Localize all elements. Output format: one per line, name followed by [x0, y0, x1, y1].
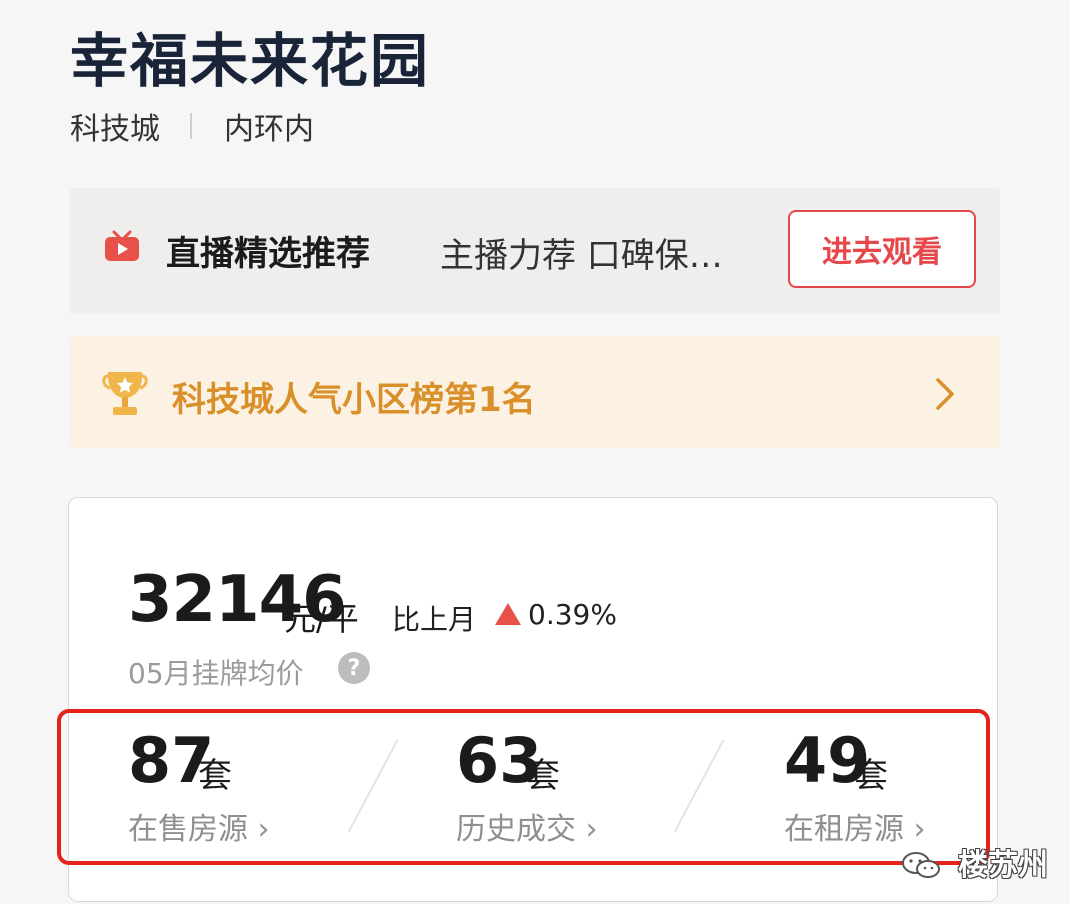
watch-live-button[interactable]: 进去观看: [788, 210, 976, 288]
sold-history-unit: 套: [526, 756, 560, 796]
live-description: 主播力荐 口碑保…: [440, 236, 723, 276]
for-rent-link[interactable]: 在租房源 ›: [784, 804, 926, 848]
help-icon[interactable]: ?: [338, 652, 370, 684]
community-name: 幸福未来花园: [70, 27, 431, 95]
sold-history-link[interactable]: 历史成交 ›: [456, 804, 598, 848]
tv-icon: [105, 230, 139, 261]
wechat-icon: [902, 852, 940, 878]
live-title: 直播精选推荐: [166, 234, 370, 274]
watermark-text: 楼苏州: [958, 848, 1048, 883]
tag-divider: [190, 113, 192, 139]
for-sale-unit: 套: [198, 756, 232, 796]
price-unit: 元/平: [284, 600, 359, 638]
month-over-month-value: 0.39%: [528, 598, 617, 631]
trophy-icon: [102, 372, 148, 415]
for-rent-unit: 套: [854, 756, 888, 796]
price-subtitle: 05月挂牌均价: [128, 657, 304, 690]
triangle-up-icon: [495, 603, 521, 625]
chevron-right-icon[interactable]: [930, 374, 958, 414]
community-tags: 科技城 内环内: [70, 104, 314, 148]
for-sale-link[interactable]: 在售房源 ›: [128, 804, 270, 848]
tag-ring[interactable]: 内环内: [224, 104, 314, 148]
month-over-month-label: 比上月: [392, 603, 477, 636]
rank-text: 科技城人气小区榜第1名: [172, 380, 536, 420]
tag-area[interactable]: 科技城: [70, 104, 160, 148]
